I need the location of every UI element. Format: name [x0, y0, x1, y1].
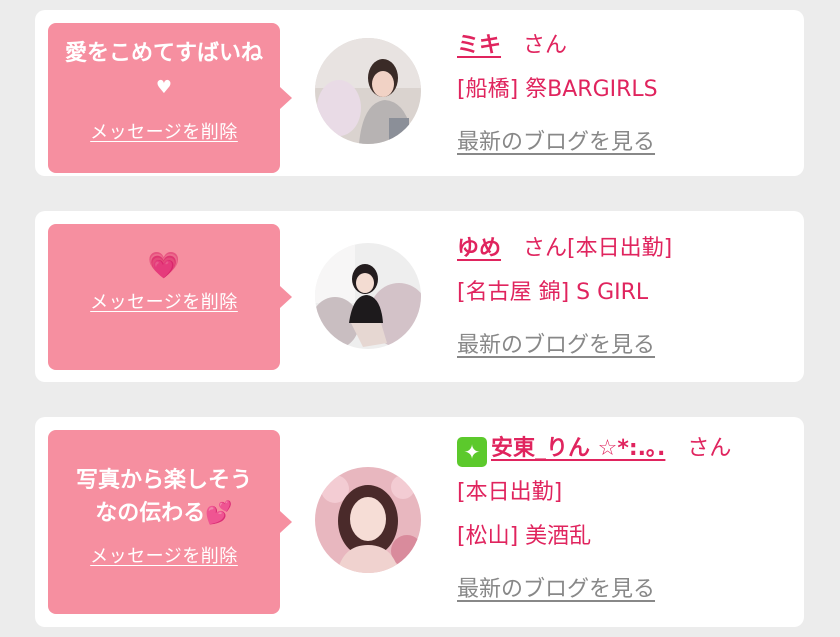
latest-blog-link[interactable]: 最新のブログを見る: [457, 333, 655, 358]
delete-message-link[interactable]: メッセージを削除: [90, 288, 238, 314]
delete-message-link[interactable]: メッセージを削除: [90, 118, 238, 144]
message-card: 💗 メッセージを削除 ゆめ さん[本日出勤] [名古屋 錦] S GIRL 最新の…: [35, 211, 804, 382]
message-text: 愛をこめてすばいね♥: [60, 23, 268, 104]
cast-info: ゆめ さん[本日出勤] [名古屋 錦] S GIRL 最新のブログを見る: [457, 227, 794, 359]
message-text: 写真から楽しそう なの伝わる💕: [60, 430, 268, 530]
sparkle-icon: ✦: [457, 437, 487, 467]
message-bubble: 💗 メッセージを削除: [48, 224, 292, 370]
honorific: さん: [687, 436, 732, 461]
cast-name-line: ミキ さん: [457, 24, 794, 68]
message-bubble: 愛をこめてすばいね♥ メッセージを削除: [48, 23, 292, 173]
shop-info: [松山] 美酒乱: [457, 524, 592, 549]
message-card: 愛をこめてすばいね♥ メッセージを削除 ミキ さん [船橋] 祭BARGIRLS …: [35, 10, 804, 176]
sparkling-heart-icon: 💗: [147, 251, 181, 281]
cast-name-link[interactable]: ゆめ: [457, 236, 501, 261]
honorific: さん: [523, 236, 568, 261]
avatar[interactable]: [315, 243, 421, 349]
delete-message-link[interactable]: メッセージを削除: [90, 542, 238, 568]
message-card: 写真から楽しそう なの伝わる💕 メッセージを削除 ✦ 安東_りん ☆*:.｡. さん…: [35, 417, 804, 627]
message-bubble: 写真から楽しそう なの伝わる💕 メッセージを削除: [48, 430, 292, 614]
message-text: 💗: [60, 224, 268, 284]
cast-name-line: ゆめ さん[本日出勤]: [457, 227, 794, 271]
cast-name-line: ✦ 安東_りん ☆*:.｡. さん: [457, 427, 794, 471]
avatar[interactable]: [315, 467, 421, 573]
cast-name-link[interactable]: 安東_りん ☆*:.｡.: [491, 436, 665, 461]
latest-blog-link[interactable]: 最新のブログを見る: [457, 577, 655, 602]
shop-info: [船橋] 祭BARGIRLS: [457, 77, 658, 102]
cast-info: ✦ 安東_りん ☆*:.｡. さん [本日出勤] [松山] 美酒乱 最新のブログを見…: [457, 427, 794, 603]
work-status: [本日出勤]: [567, 236, 673, 261]
heart-icon: ♥: [155, 76, 173, 98]
avatar[interactable]: [315, 38, 421, 144]
honorific: さん: [523, 33, 568, 58]
two-hearts-icon: 💕: [205, 501, 233, 526]
work-status: [本日出勤]: [457, 480, 563, 505]
shop-info: [名古屋 錦] S GIRL: [457, 280, 649, 305]
latest-blog-link[interactable]: 最新のブログを見る: [457, 130, 655, 155]
cast-name-link[interactable]: ミキ: [457, 33, 501, 58]
cast-info: ミキ さん [船橋] 祭BARGIRLS 最新のブログを見る: [457, 24, 794, 156]
